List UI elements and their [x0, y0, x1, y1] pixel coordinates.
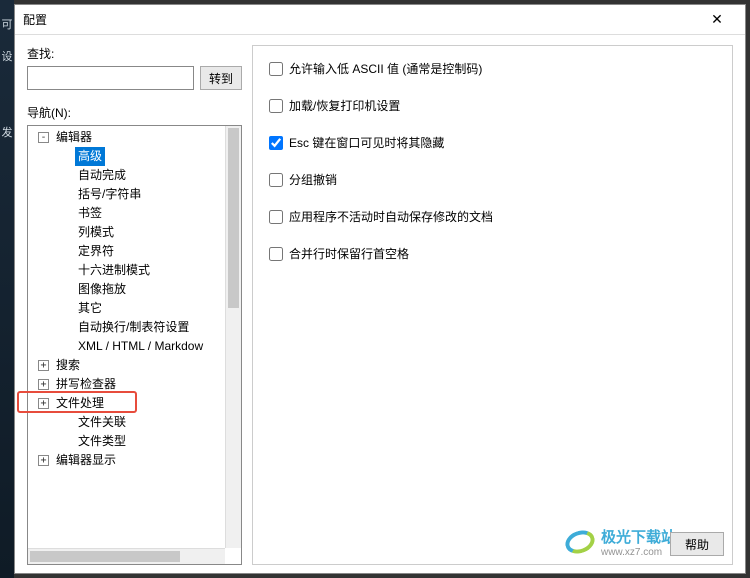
nav-tree[interactable]: -编辑器 高级 自动完成 括号/字符串 书签 列模式 定界符 十六进制模式 图像… — [28, 126, 225, 548]
expand-icon[interactable]: + — [38, 398, 49, 409]
tree-column-mode[interactable]: 列模式 — [28, 223, 225, 242]
checkbox[interactable] — [269, 247, 283, 261]
opt-autosave-inactive[interactable]: 应用程序不活动时自动保存修改的文档 — [269, 208, 716, 225]
tree-leaf-icon — [60, 341, 71, 352]
tree-leaf-icon — [60, 322, 71, 333]
option-label: 应用程序不活动时自动保存修改的文档 — [289, 208, 493, 225]
tree-wrap-tabs[interactable]: 自动换行/制表符设置 — [28, 318, 225, 337]
tree-item-label: 搜索 — [53, 356, 83, 375]
options-list: 允许输入低 ASCII 值 (通常是控制码) 加载/恢复打印机设置 Esc 键在窗口… — [269, 60, 716, 282]
checkbox[interactable] — [269, 62, 283, 76]
tree-item-label: 文件类型 — [75, 432, 129, 451]
opt-esc-hide[interactable]: Esc 键在窗口可见时将其隐藏 — [269, 134, 716, 151]
option-label: Esc 键在窗口可见时将其隐藏 — [289, 134, 444, 151]
tree-autocomplete[interactable]: 自动完成 — [28, 166, 225, 185]
nav-label: 导航(N): — [27, 104, 242, 121]
background-left-strip: 可 设 发 — [0, 0, 14, 578]
checkbox[interactable] — [269, 173, 283, 187]
opt-group-undo[interactable]: 分组撤销 — [269, 171, 716, 188]
tree-item-label: 括号/字符串 — [75, 185, 144, 204]
tree-delimiters[interactable]: 定界符 — [28, 242, 225, 261]
dialog-title: 配置 — [23, 11, 697, 28]
tree-brackets-strings[interactable]: 括号/字符串 — [28, 185, 225, 204]
expand-icon[interactable]: + — [38, 379, 49, 390]
help-button[interactable]: 帮助 — [670, 532, 724, 556]
tree-scrollbar-vertical[interactable] — [225, 126, 241, 548]
tree-hex-mode[interactable]: 十六进制模式 — [28, 261, 225, 280]
tree-editor[interactable]: -编辑器 — [28, 128, 225, 147]
option-label: 允许输入低 ASCII 值 (通常是控制码) — [289, 60, 482, 77]
tree-item-label: 自动完成 — [75, 166, 129, 185]
watermark-logo-icon — [565, 531, 595, 553]
tree-item-label: 图像拖放 — [75, 280, 129, 299]
watermark: 极光下载站 www.xz7.com — [565, 526, 676, 558]
tree-spellcheck[interactable]: + 拼写检查器 — [28, 375, 225, 394]
tree-leaf-icon — [60, 227, 71, 238]
tree-leaf-icon — [60, 284, 71, 295]
tree-item-label: 编辑器 — [53, 128, 95, 147]
left-panel: 查找: 转到 导航(N): -编辑器 高级 自动完成 括号/字符串 书签 列模式… — [27, 45, 242, 565]
scrollbar-thumb[interactable] — [30, 551, 180, 562]
tree-xml-html-md[interactable]: XML / HTML / Markdow — [28, 337, 225, 356]
option-label: 加载/恢复打印机设置 — [289, 97, 400, 114]
bg-char: 发 — [0, 124, 14, 140]
tree-leaf-icon — [60, 265, 71, 276]
opt-allow-low-ascii[interactable]: 允许输入低 ASCII 值 (通常是控制码) — [269, 60, 716, 77]
tree-file-handling[interactable]: + 文件处理 — [28, 394, 225, 413]
nav-tree-container: -编辑器 高级 自动完成 括号/字符串 书签 列模式 定界符 十六进制模式 图像… — [27, 125, 242, 565]
opt-load-printer[interactable]: 加载/恢复打印机设置 — [269, 97, 716, 114]
tree-item-label: 高级 — [75, 147, 105, 166]
goto-button[interactable]: 转到 — [200, 66, 242, 90]
close-button[interactable]: ✕ — [697, 6, 737, 34]
tree-leaf-icon — [60, 436, 71, 447]
tree-image-drag[interactable]: 图像拖放 — [28, 280, 225, 299]
tree-item-label: 十六进制模式 — [75, 261, 153, 280]
tree-item-label: 文件处理 — [53, 394, 107, 413]
tree-editor-display[interactable]: + 编辑器显示 — [28, 451, 225, 470]
option-label: 分组撤销 — [289, 171, 337, 188]
watermark-text: 极光下载站 — [601, 526, 676, 547]
expand-icon[interactable]: + — [38, 360, 49, 371]
tree-file-types[interactable]: 文件类型 — [28, 432, 225, 451]
dialog-body: 查找: 转到 导航(N): -编辑器 高级 自动完成 括号/字符串 书签 列模式… — [15, 35, 745, 573]
expand-icon[interactable]: + — [38, 455, 49, 466]
checkbox[interactable] — [269, 99, 283, 113]
tree-item-label: 其它 — [75, 299, 105, 318]
tree-item-label: 文件关联 — [75, 413, 129, 432]
option-label: 合并行时保留行首空格 — [289, 245, 409, 262]
tree-item-label: 书签 — [75, 204, 105, 223]
tree-bookmarks[interactable]: 书签 — [28, 204, 225, 223]
watermark-url: www.xz7.com — [601, 547, 676, 558]
bg-char: 可 — [0, 16, 14, 32]
tree-leaf-icon — [60, 170, 71, 181]
tree-other[interactable]: 其它 — [28, 299, 225, 318]
scrollbar-thumb[interactable] — [228, 128, 239, 308]
tree-item-label: XML / HTML / Markdow — [75, 337, 206, 356]
tree-item-label: 编辑器显示 — [53, 451, 119, 470]
search-input[interactable] — [27, 66, 194, 90]
checkbox[interactable] — [269, 136, 283, 150]
tree-item-label: 拼写检查器 — [53, 375, 119, 394]
tree-file-assoc[interactable]: 文件关联 — [28, 413, 225, 432]
right-panel: 允许输入低 ASCII 值 (通常是控制码) 加载/恢复打印机设置 Esc 键在窗口… — [252, 45, 733, 565]
collapse-icon[interactable]: - — [38, 132, 49, 143]
tree-item-label: 定界符 — [75, 242, 117, 261]
search-label: 查找: — [27, 45, 242, 62]
tree-leaf-icon — [60, 151, 71, 162]
checkbox[interactable] — [269, 210, 283, 224]
tree-advanced[interactable]: 高级 — [28, 147, 225, 166]
opt-keep-leading-space[interactable]: 合并行时保留行首空格 — [269, 245, 716, 262]
bg-char: 设 — [0, 48, 14, 64]
tree-search[interactable]: + 搜索 — [28, 356, 225, 375]
tree-item-label: 自动换行/制表符设置 — [75, 318, 192, 337]
tree-leaf-icon — [60, 189, 71, 200]
tree-item-label: 列模式 — [75, 223, 117, 242]
tree-leaf-icon — [60, 417, 71, 428]
config-dialog: 配置 ✕ 查找: 转到 导航(N): -编辑器 高级 自动完成 括号/字符串 书… — [14, 4, 746, 574]
tree-scrollbar-horizontal[interactable] — [28, 548, 225, 564]
tree-leaf-icon — [60, 246, 71, 257]
titlebar: 配置 ✕ — [15, 5, 745, 35]
tree-leaf-icon — [60, 303, 71, 314]
tree-leaf-icon — [60, 208, 71, 219]
